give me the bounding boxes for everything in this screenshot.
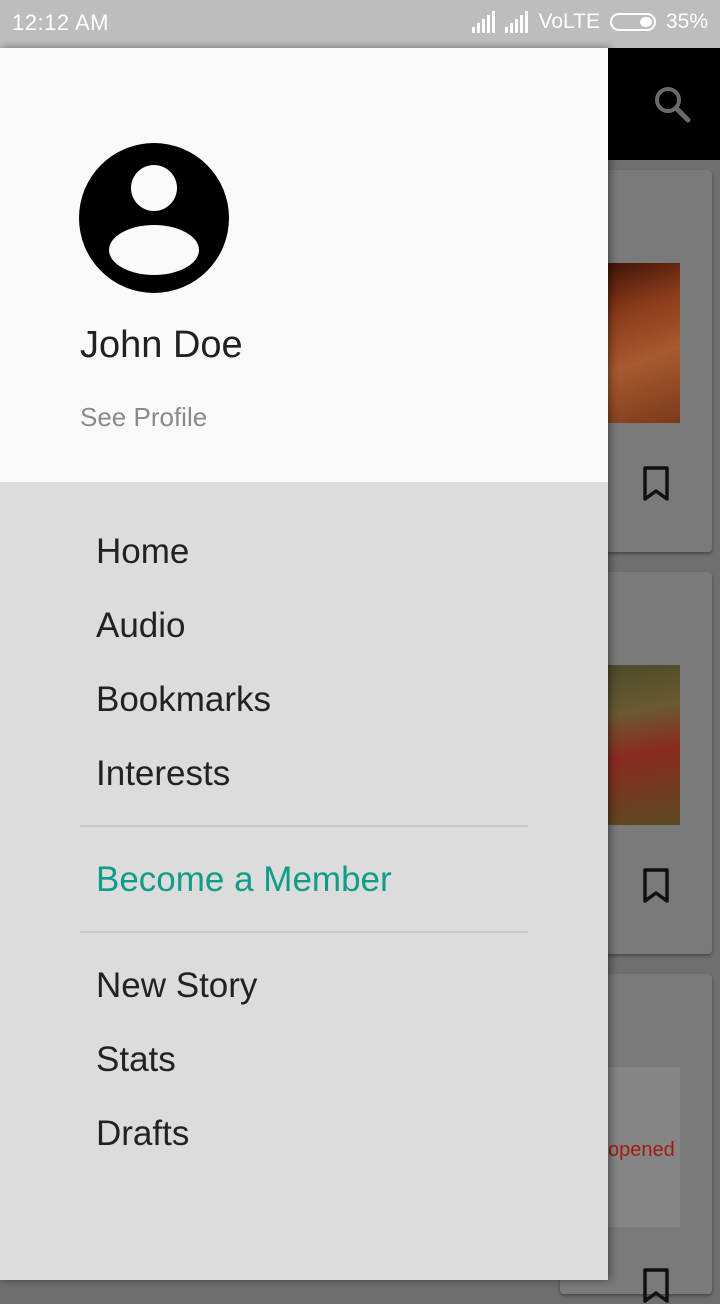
bookmark-icon[interactable] [642, 868, 670, 904]
menu-item-new-story[interactable]: New Story [96, 966, 257, 1006]
status-bar: 12:12 AM VoLTE 35% [0, 0, 720, 48]
navigation-drawer: John Doe See Profile Home Audio Bookmark… [0, 48, 608, 1280]
menu-item-home[interactable]: Home [96, 532, 189, 572]
signal-icon [505, 11, 529, 33]
status-time: 12:12 AM [12, 10, 109, 35]
bookmark-icon[interactable] [642, 466, 670, 502]
signal-icon [472, 11, 496, 33]
battery-icon [609, 13, 656, 31]
menu-item-bookmarks[interactable]: Bookmarks [96, 680, 271, 720]
user-name: John Doe [80, 324, 243, 366]
feed-thumbnail: opened [600, 1067, 680, 1227]
search-icon[interactable] [652, 84, 692, 124]
menu-divider [80, 825, 528, 827]
menu-item-interests[interactable]: Interests [96, 754, 230, 794]
status-indicators: VoLTE 35% [472, 10, 708, 34]
menu-item-audio[interactable]: Audio [96, 606, 186, 646]
avatar-icon[interactable] [79, 143, 229, 293]
network-type: VoLTE [538, 10, 600, 33]
menu-divider [80, 931, 528, 933]
menu-item-drafts[interactable]: Drafts [96, 1114, 189, 1154]
bookmark-icon[interactable] [642, 1268, 670, 1304]
feed-thumbnail [600, 665, 680, 825]
feed-thumbnail [600, 263, 680, 423]
battery-percent: 35% [665, 10, 708, 33]
see-profile-link[interactable]: See Profile [80, 402, 207, 433]
menu-item-stats[interactable]: Stats [96, 1040, 176, 1080]
become-member-button[interactable]: Become a Member [96, 860, 392, 900]
drawer-header: John Doe See Profile [0, 48, 608, 482]
thumbnail-text: opened [608, 1139, 675, 1161]
